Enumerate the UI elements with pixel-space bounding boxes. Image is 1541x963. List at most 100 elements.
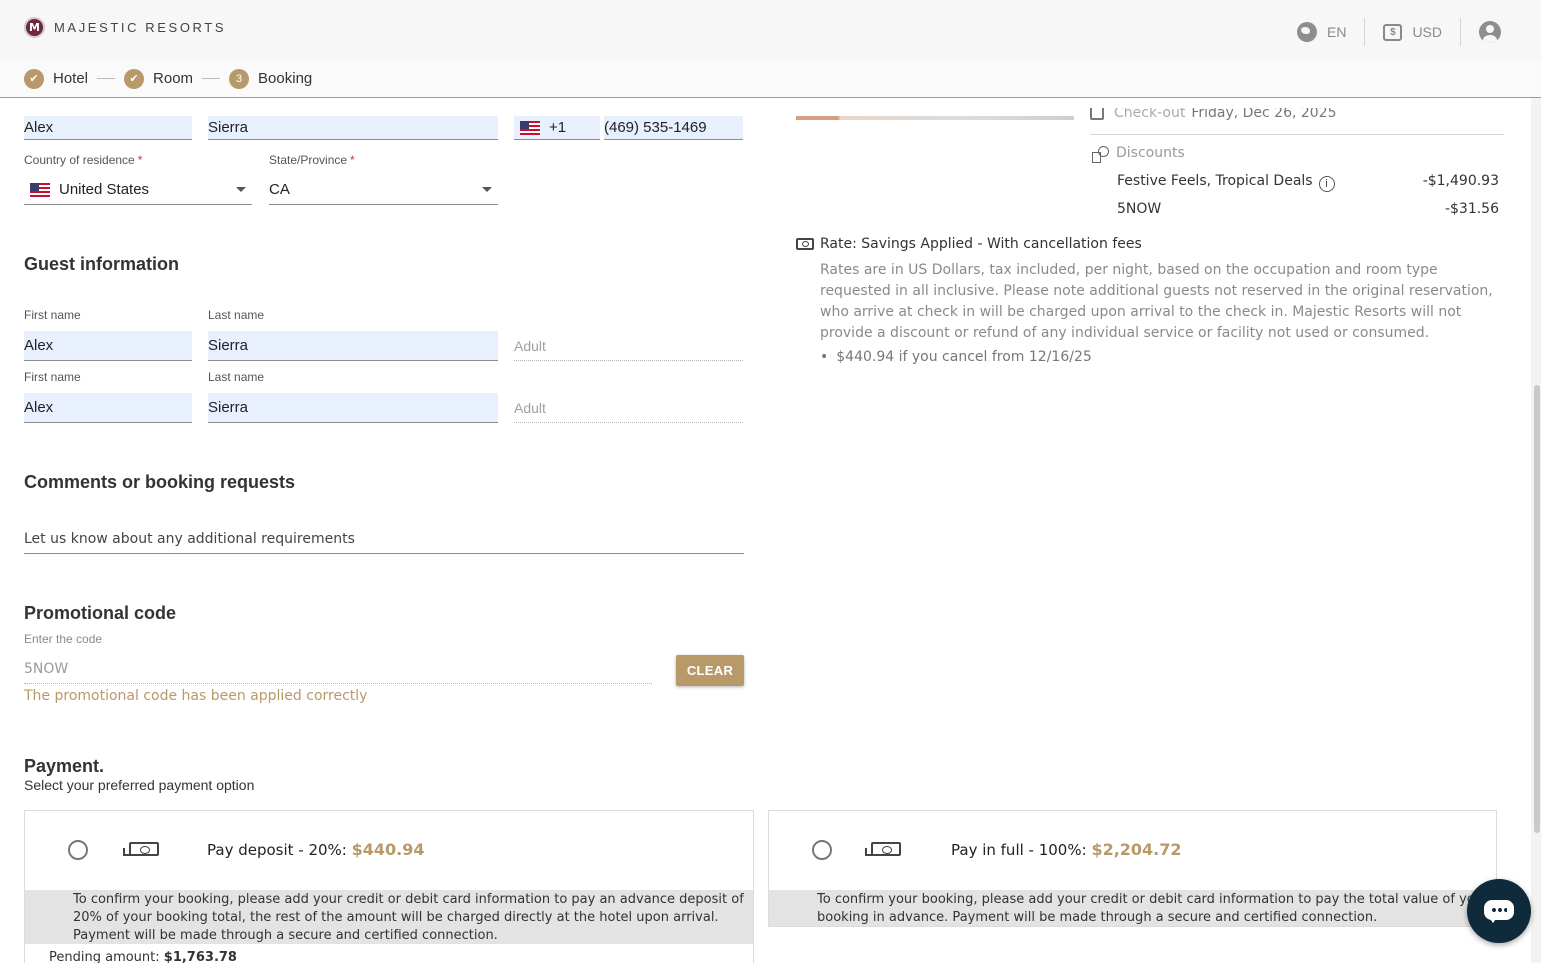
discount-hand-icon: [1092, 145, 1110, 163]
chevron-down-icon: [482, 187, 492, 192]
comments-title: Comments or booking requests: [24, 472, 296, 492]
pay-full-description: To confirm your booking, please add your…: [769, 890, 1496, 926]
checkout-row: Check-out Friday, Dec 26, 2025: [1090, 108, 1504, 135]
discount-name: Festive Feels, Tropical Deals i: [1117, 173, 1335, 192]
globe-icon: [1296, 22, 1317, 42]
discounts-header: Discounts: [1092, 145, 1185, 163]
payment-title: Payment.: [24, 756, 105, 776]
pay-full-radio[interactable]: [812, 840, 832, 860]
phone-input[interactable]: (469) 535-1469: [604, 116, 743, 140]
step-label: Booking: [258, 70, 313, 87]
field-value: 5NOW: [24, 661, 69, 677]
step-room[interactable]: ✔ Room: [124, 68, 194, 89]
step-connector: [97, 78, 116, 79]
divider: [1364, 18, 1366, 46]
guest-1-last-name-input[interactable]: Sierra: [208, 331, 498, 361]
checkout-date: Friday, Dec 26, 2025: [1191, 108, 1337, 121]
promo-success-message: The promotional code has been applied co…: [24, 688, 368, 704]
top-header: M MAJESTIC RESORTS EN $ USD: [0, 0, 1541, 60]
field-value: Alex: [24, 337, 54, 354]
chevron-down-icon: [236, 187, 246, 192]
comments-input[interactable]: Let us know about any additional require…: [24, 524, 744, 554]
us-flag-icon: [30, 182, 50, 197]
step-hotel[interactable]: ✔ Hotel: [24, 68, 89, 89]
brand-name: MAJESTIC RESORTS: [54, 20, 227, 35]
step-label: Hotel: [53, 70, 89, 87]
contact-first-name-input[interactable]: Alex: [24, 116, 192, 140]
field-value: Sierra: [208, 119, 249, 136]
discount-name: 5NOW: [1117, 201, 1162, 217]
guest-1-first-name-input[interactable]: Alex: [24, 331, 192, 361]
pay-full-amount: $2,204.72: [1091, 840, 1182, 859]
country-select[interactable]: United States: [24, 175, 252, 205]
guest-first-name-label: First name: [24, 370, 81, 384]
language-label: EN: [1326, 24, 1347, 40]
check-icon: ✔: [24, 68, 44, 89]
money-icon: [796, 238, 814, 250]
field-value: Sierra: [208, 337, 249, 354]
promo-code-input[interactable]: 5NOW: [24, 655, 652, 684]
discounts-title: Discounts: [1116, 145, 1185, 161]
cash-icon: [123, 842, 159, 856]
field-value: Sierra: [208, 399, 249, 416]
language-selector[interactable]: EN: [1296, 22, 1347, 42]
rate-policy-text: Rates are in US Dollars, tax included, p…: [820, 262, 1493, 341]
user-account-icon[interactable]: [1479, 21, 1501, 43]
chat-bubble-icon: [1484, 900, 1514, 923]
room-image: [796, 116, 1074, 120]
field-value: Alex: [24, 399, 54, 416]
guest-2-first-name-input[interactable]: Alex: [24, 393, 192, 423]
info-icon[interactable]: i: [1318, 176, 1335, 192]
rate-title: Rate: Savings Applied - With cancellatio…: [796, 236, 1142, 252]
cancellation-fee-item: • $440.94 if you cancel from 12/16/25: [820, 349, 1092, 365]
currency-label: USD: [1412, 24, 1442, 40]
pay-deposit-title: Pay deposit - 20%: $440.94: [207, 840, 425, 859]
discount-amount: -$1,490.93: [1422, 173, 1499, 189]
field-value: (469) 535-1469: [604, 119, 707, 136]
country-label: Country of residence *: [24, 153, 143, 167]
header-actions: EN $ USD: [1296, 18, 1501, 46]
pay-deposit-amount: $440.94: [351, 840, 425, 859]
check-icon: ✔: [124, 68, 145, 89]
guest-1-type[interactable]: Adult: [514, 331, 743, 361]
pay-deposit-description: To confirm your booking, please add your…: [25, 890, 753, 944]
step-label: Room: [153, 70, 194, 87]
chat-button[interactable]: [1467, 879, 1531, 943]
logo-mark-icon: M: [24, 17, 45, 38]
pay-full-title: Pay in full - 100%: $2,204.72: [951, 840, 1182, 859]
checkout-content: Check-out Friday, Dec 26, 2025: [1090, 108, 1337, 121]
pay-deposit-option[interactable]: Pay deposit - 20%: $440.94 To confirm yo…: [24, 810, 754, 963]
discount-row: 5NOW -$31.56: [1117, 201, 1499, 217]
promo-title: Promotional code: [24, 603, 177, 623]
state-label: State/Province *: [269, 153, 355, 167]
brand-logo[interactable]: M MAJESTIC RESORTS: [24, 17, 226, 38]
guest-first-name-label: First name: [24, 308, 81, 322]
contact-last-name-input[interactable]: Sierra: [208, 116, 498, 140]
discount-amount: -$31.56: [1444, 201, 1499, 217]
pay-deposit-radio[interactable]: [68, 840, 88, 860]
guest-2-last-name-input[interactable]: Sierra: [208, 393, 498, 423]
promo-label: Enter the code: [24, 632, 103, 646]
guest-info-title: Guest information: [24, 254, 180, 274]
field-value: Adult: [514, 337, 546, 354]
currency-icon: $: [1383, 23, 1403, 41]
checkout-label: Check-out: [1114, 108, 1186, 121]
state-select[interactable]: CA: [269, 175, 498, 205]
currency-selector[interactable]: $ USD: [1383, 23, 1442, 41]
phone-country-code[interactable]: +1: [514, 116, 600, 140]
pending-amount: Pending amount: $1,763.78: [49, 950, 237, 963]
guest-last-name-label: Last name: [208, 370, 265, 384]
us-flag-icon: [520, 120, 540, 135]
discount-row: Festive Feels, Tropical Deals i -$1,490.9…: [1117, 173, 1499, 192]
guest-2-type[interactable]: Adult: [514, 393, 743, 423]
scrollbar-thumb[interactable]: [1534, 385, 1540, 833]
payment-subtitle: Select your preferred payment option: [24, 777, 255, 793]
pay-full-option[interactable]: Pay in full - 100%: $2,204.72 To confirm…: [768, 810, 1497, 927]
field-value: Adult: [514, 399, 546, 416]
calendar-icon: [1090, 108, 1104, 120]
booking-steps: ✔ Hotel ✔ Room 3 Booking: [0, 60, 1541, 98]
clear-promo-button[interactable]: CLEAR: [676, 655, 744, 686]
state-value: CA: [269, 181, 290, 198]
step-number: 3: [229, 68, 250, 89]
cash-icon: [865, 842, 901, 856]
